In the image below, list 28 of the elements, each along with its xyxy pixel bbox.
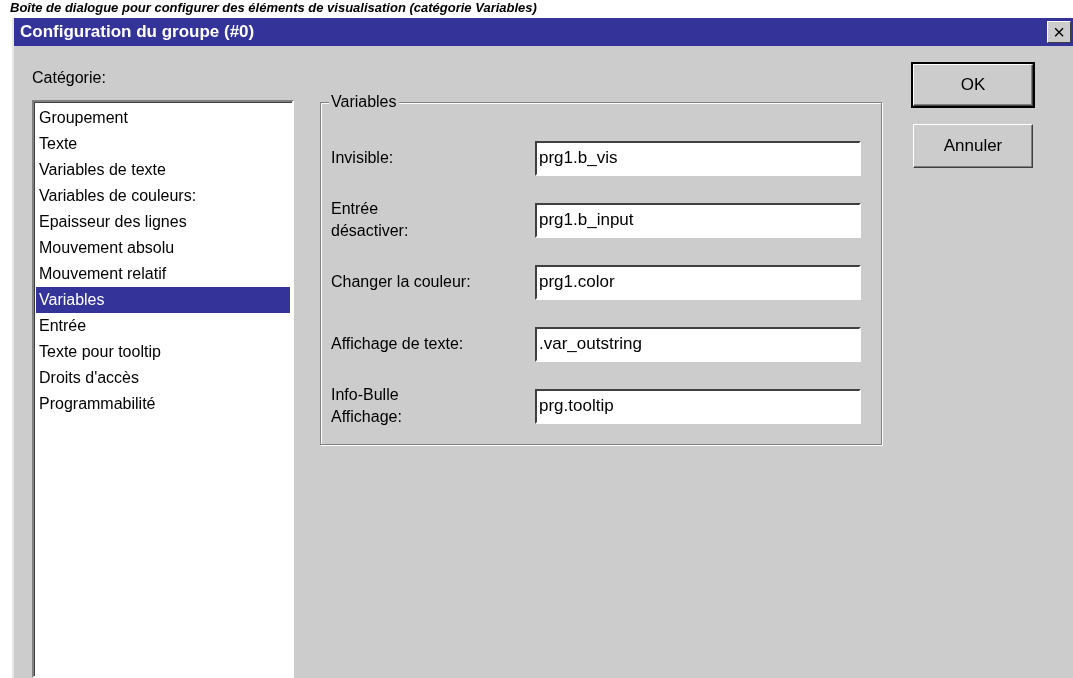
category-item[interactable]: Variables de couleurs:	[36, 183, 290, 209]
cancel-button[interactable]: Annuler	[913, 124, 1033, 168]
category-item[interactable]: Mouvement absolu	[36, 235, 290, 261]
input-field[interactable]: prg1.color	[535, 264, 861, 300]
category-item[interactable]: Texte pour tooltip	[36, 339, 290, 365]
field-label: Invisible:	[331, 148, 395, 168]
category-item[interactable]: Variables de texte	[36, 157, 290, 183]
category-item[interactable]: Groupement	[36, 105, 290, 131]
field-label: Info-Bulle Affichage:	[331, 385, 403, 427]
input-field[interactable]: prg1.b_vis	[535, 140, 861, 176]
input-field[interactable]: prg.tooltip	[535, 388, 861, 424]
window-title: Configuration du groupe (#0)	[20, 21, 255, 44]
field-label: Entrée désactiver:	[331, 199, 410, 241]
field-label: Affichage de texte:	[331, 334, 465, 354]
category-item[interactable]: Mouvement relatif	[36, 261, 290, 287]
category-label: Catégorie:	[32, 69, 106, 86]
category-item[interactable]: Droits d'accès	[36, 365, 290, 391]
input-field[interactable]: prg1.b_input	[535, 202, 861, 238]
category-item[interactable]: Epaisseur des lignes	[36, 209, 290, 235]
category-item[interactable]: Entrée	[36, 313, 290, 339]
input-field[interactable]: .var_outstring	[535, 326, 861, 362]
close-button[interactable]: ×	[1047, 21, 1071, 43]
category-item[interactable]: Texte	[36, 131, 290, 157]
ok-button[interactable]: OK	[913, 64, 1033, 106]
figure-caption: Boîte de dialogue pour configurer des éléments de visualisation (catégorie Variables)	[9, 0, 538, 17]
field-label: Changer la couleur:	[331, 272, 472, 292]
category-item[interactable]: Variables	[36, 287, 290, 313]
category-item[interactable]: Programmabilité	[36, 391, 290, 417]
